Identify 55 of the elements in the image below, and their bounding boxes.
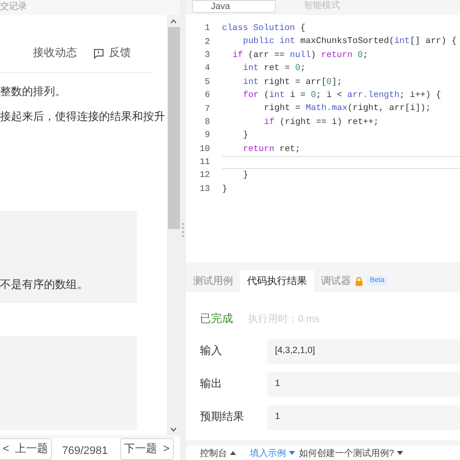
code-line: right = Math.max(right, arr[i]); [264, 103, 431, 114]
feedback-tab[interactable]: 反馈 [93, 45, 131, 62]
line-number: 1 [204, 22, 210, 36]
next-button[interactable]: 下一题 > [120, 438, 174, 460]
code-line: } [243, 170, 248, 180]
code-line: if (right == i) ret++; [264, 116, 379, 127]
caret-down-icon [397, 451, 404, 455]
code-line: return ret; [243, 144, 300, 154]
scroll-up-icon[interactable] [170, 19, 177, 24]
line-number: 9 [204, 129, 210, 142]
line-number: 6 [204, 89, 210, 102]
caret-down-icon [289, 451, 295, 455]
field-label: 输出 [200, 376, 223, 392]
line-number: 5 [204, 76, 210, 89]
example-text: 不是有序的数组。 [0, 278, 88, 292]
scroll-down-icon[interactable] [170, 427, 177, 432]
description-text: 接起来后，使得连接的结果和按升 [0, 110, 166, 124]
line-number: 11 [198, 156, 210, 170]
description-text: 整数的排列。 [0, 85, 67, 99]
code-line: int ret = 0; [243, 63, 306, 74]
field-label: 输入 [200, 344, 223, 359]
comment-icon [93, 48, 104, 59]
code-line: class Solution { [222, 23, 306, 33]
lock-icon [355, 276, 363, 286]
caret-up-icon [230, 451, 236, 455]
console-button[interactable]: 控制台 [200, 448, 236, 458]
code-line: } [222, 184, 228, 194]
result-field: 1 [267, 404, 460, 430]
previous-button[interactable]: < 上一题 [0, 438, 52, 460]
code-editor[interactable] [186, 15, 460, 262]
line-number: 12 [198, 169, 210, 182]
line-number: 2 [204, 36, 210, 49]
line-number: 10 [198, 142, 210, 156]
code-line: int right = arr[0]; [243, 76, 342, 87]
result-field: [4,3,2,1,0] [267, 338, 460, 364]
line-number: 7 [204, 102, 210, 116]
code-line: for (int i = 0; i < arr.length; i++) { [243, 90, 442, 100]
fill-example-button[interactable]: 填入示例 [250, 448, 295, 458]
line-number: 8 [204, 116, 210, 129]
scrollbar-thumb[interactable] [168, 27, 180, 229]
result-field: 1 [267, 372, 460, 396]
field-label: 预期结果 [200, 410, 245, 425]
code-line: if (arr == null) return 0; [232, 50, 368, 60]
result-tab[interactable]: 代码执行结果 [240, 270, 314, 292]
line-number: 13 [198, 182, 210, 196]
code-line: public int maxChunksToSorted(int[] arr) { [243, 36, 457, 46]
language-dropdown[interactable]: Java [192, 0, 276, 13]
code-line: } [243, 130, 248, 140]
status-text: 已完成 [200, 312, 233, 327]
notification-tab[interactable]: 接收动态 [33, 45, 77, 62]
help-link[interactable]: 如何创建一个测试用例? [299, 448, 404, 458]
line-number: 4 [204, 62, 210, 76]
panel-divider-handle[interactable] [180, 0, 186, 460]
line-number: 3 [204, 48, 210, 62]
page-counter: 769/2981 [62, 444, 108, 458]
